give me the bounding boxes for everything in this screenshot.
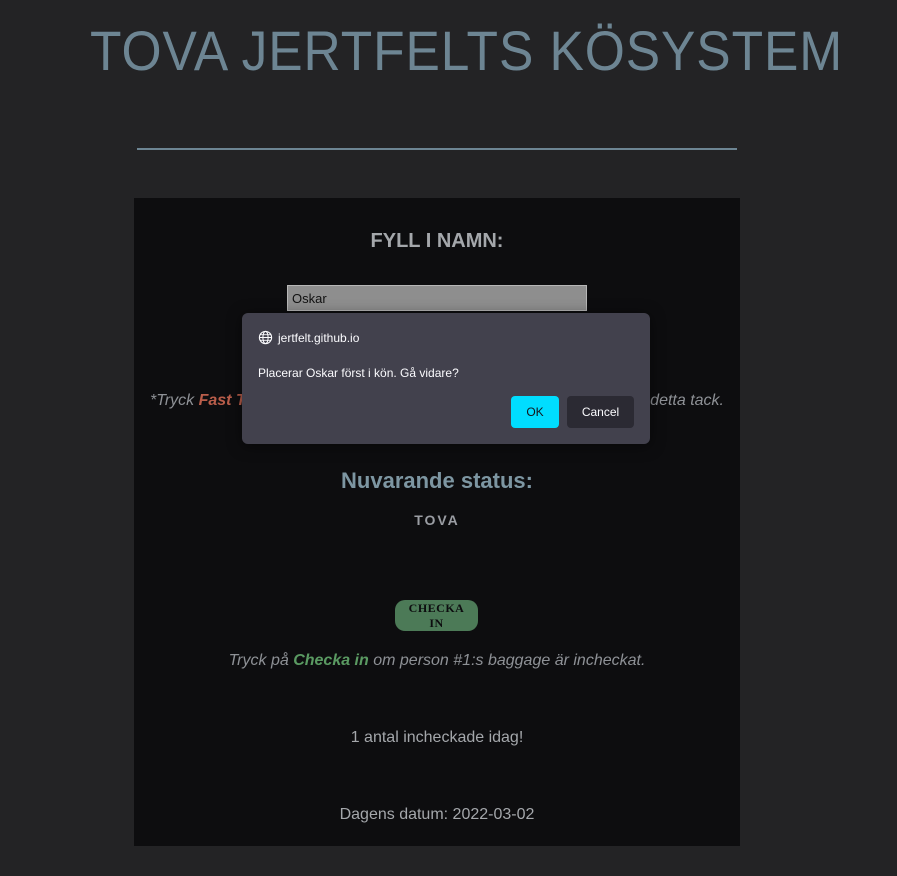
checkin-hint-accent: Checka in [293,652,369,669]
globe-icon [258,330,273,345]
dialog-origin-label: jertfelt.github.io [278,330,360,345]
checkin-button[interactable]: CHECKA IN [395,600,478,631]
checkin-hint-suffix: om person #1:s baggage är incheckat. [368,652,646,669]
page-title: TOVA JERTFELTS KÖSYSTEM [90,19,844,82]
main-panel: FYLL I NAMN: *Tryck Fast T detta tack. N… [134,198,740,846]
fast-track-hint-left: *Tryck Fast T [150,392,246,410]
ok-button[interactable]: OK [511,396,559,428]
todays-date: Dagens datum: 2022-03-02 [339,806,535,823]
checkin-hint: Tryck på Checka in om person #1:s baggag… [134,652,740,670]
title-divider [137,148,737,150]
fast-track-hint-prefix: *Tryck [150,392,199,409]
cancel-button[interactable]: Cancel [567,396,634,428]
confirm-dialog: jertfelt.github.io Placerar Oskar först … [242,313,650,444]
status-value: TOVA [414,512,460,528]
fast-track-hint-suffix: detta tack. [650,392,724,409]
name-form-heading: FYLL I NAMN: [370,230,504,252]
dialog-message: Placerar Oskar först i kön. Gå vidare? [258,366,459,380]
checkin-hint-prefix: Tryck på [228,652,294,669]
dialog-origin: jertfelt.github.io [258,330,359,345]
checked-in-count: 1 antal incheckade idag! [350,729,524,746]
status-heading: Nuvarande status: [341,468,533,493]
name-input[interactable] [287,285,587,311]
fast-track-hint-accent: Fast T [198,392,246,409]
